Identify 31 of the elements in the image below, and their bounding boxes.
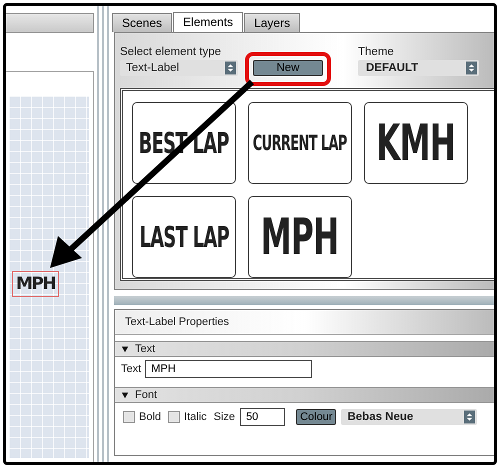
checkbox-label: Italic xyxy=(184,411,207,423)
size-input-field[interactable]: 50 xyxy=(240,408,286,426)
dropdown-arrows-icon xyxy=(466,61,477,75)
font-dropdown[interactable]: Bebas Neue xyxy=(341,409,478,425)
dropdown-arrows-icon xyxy=(225,61,236,75)
element-preview-card[interactable]: CURRENT LAP xyxy=(248,102,352,184)
tab[interactable]: Layers xyxy=(244,13,300,32)
checkbox-label: Bold xyxy=(139,411,162,423)
field-label: Size xyxy=(214,411,236,423)
tab[interactable]: Scenes xyxy=(112,13,172,32)
section-header[interactable]: Font xyxy=(115,387,494,403)
checkbox[interactable] xyxy=(168,411,180,423)
element-preview-card[interactable]: MPH xyxy=(248,196,352,278)
canvas-text-element[interactable]: MPH xyxy=(12,271,60,297)
element-preview-card[interactable]: LAST LAP xyxy=(132,196,236,278)
checkbox[interactable] xyxy=(123,411,135,423)
section-header[interactable]: Text xyxy=(115,341,494,357)
dropdown-arrows-icon xyxy=(464,410,476,424)
element-type-dropdown[interactable]: Text-Label xyxy=(120,60,238,76)
splitter-handle[interactable] xyxy=(97,6,110,462)
field-label: Theme xyxy=(358,46,395,58)
splitter-bar[interactable] xyxy=(114,296,494,305)
element-preview-card[interactable]: KMH xyxy=(364,102,468,184)
colour-button[interactable]: Colour xyxy=(296,409,336,425)
field-label: Text xyxy=(121,363,142,375)
panel-title: Text-Label Properties xyxy=(125,316,229,328)
tab[interactable]: Elements xyxy=(173,12,244,32)
text-input-field[interactable]: MPH xyxy=(145,360,312,378)
new-button[interactable]: New xyxy=(253,60,323,76)
theme-dropdown[interactable]: DEFAULT xyxy=(358,60,479,76)
field-label: Select element type xyxy=(120,46,222,58)
